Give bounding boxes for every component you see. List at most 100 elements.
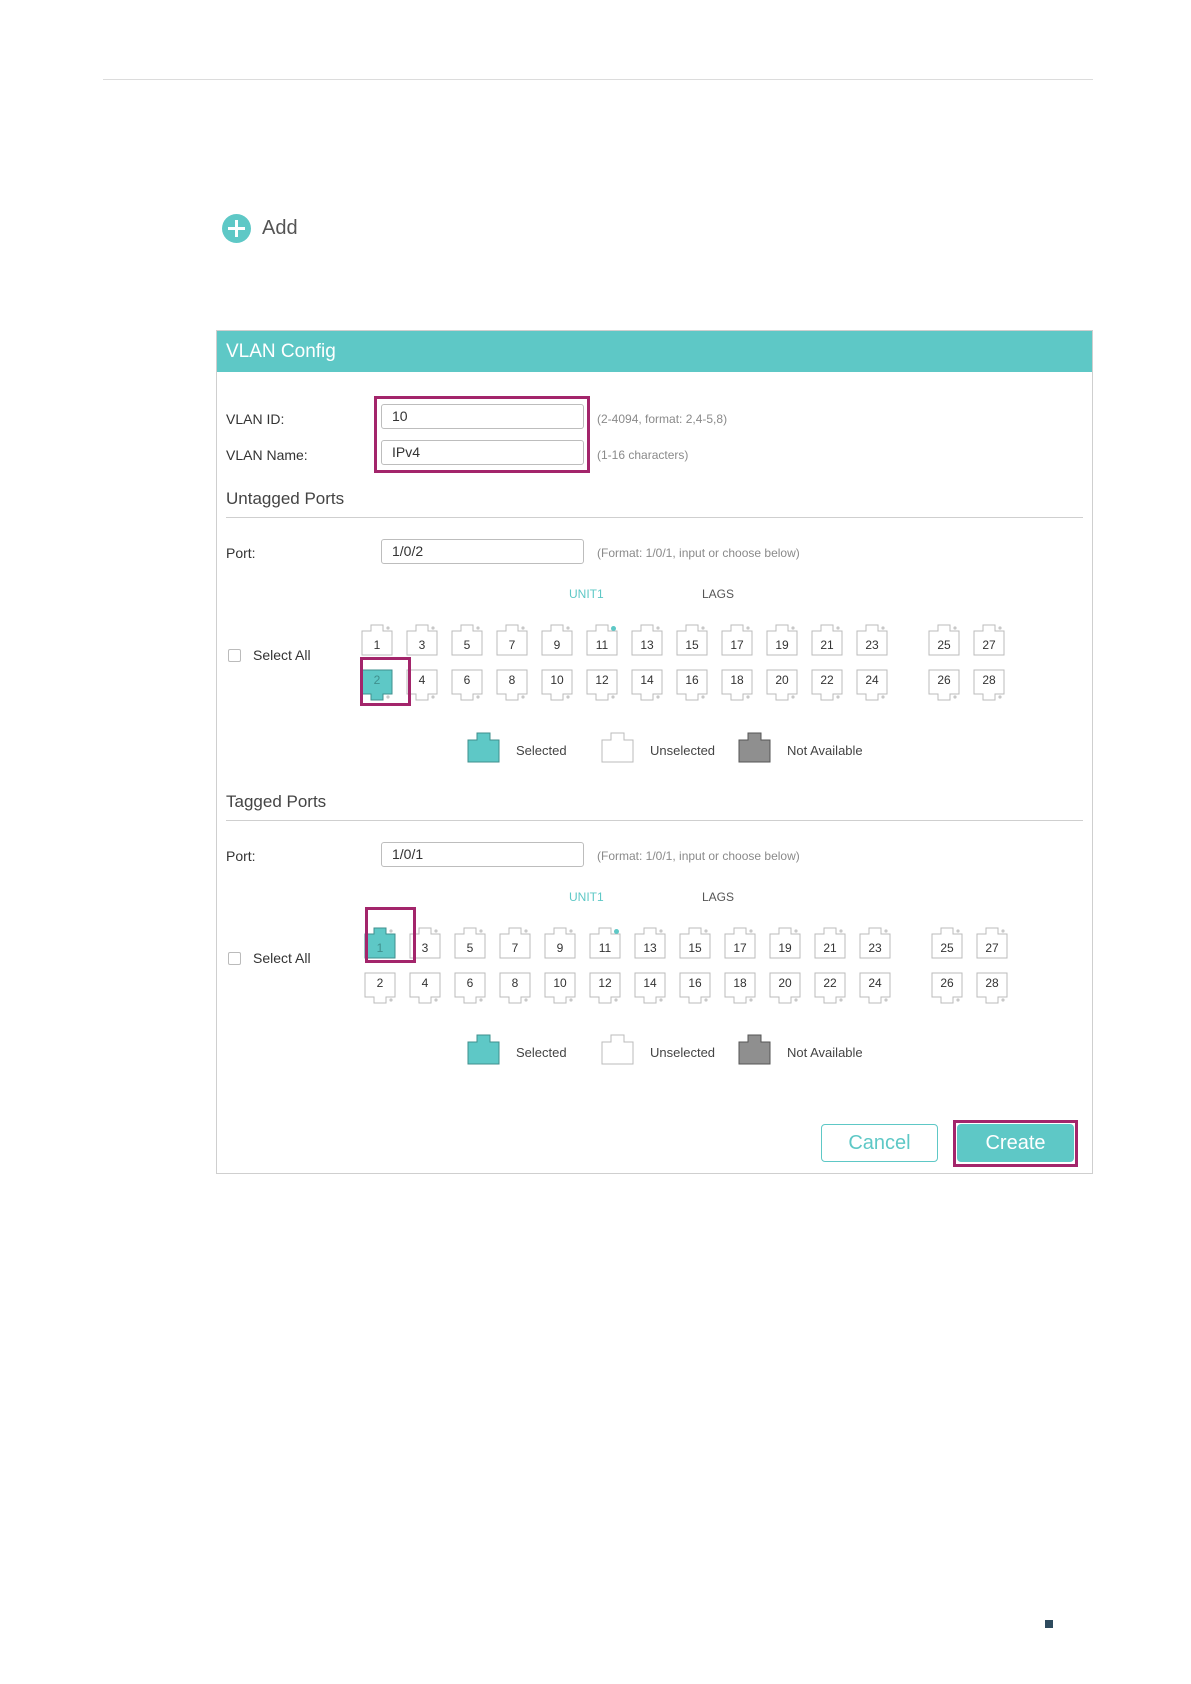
untagged-port-14[interactable]: 14 [631, 669, 663, 701]
port-number: 14 [640, 673, 654, 687]
port-number: 12 [595, 673, 609, 687]
untagged-port-1[interactable]: 1 [361, 624, 393, 656]
untagged-port-5[interactable]: 5 [451, 624, 483, 656]
tagged-port-25[interactable]: 25 [931, 927, 963, 959]
tagged-port-27[interactable]: 27 [976, 927, 1008, 959]
port-number: 15 [685, 638, 699, 652]
port-number: 7 [511, 941, 519, 955]
port-unselected-icon [601, 732, 634, 768]
tagged-port-24[interactable]: 24 [859, 972, 891, 1004]
add-button[interactable]: Add [222, 212, 298, 244]
tagged-port-15[interactable]: 15 [679, 927, 711, 959]
port-number: 10 [550, 673, 564, 687]
port-number: 18 [733, 976, 747, 990]
port-number: 7 [508, 638, 516, 652]
tagged-port-10[interactable]: 10 [544, 972, 576, 1004]
port-number: 17 [733, 941, 747, 955]
untagged-port-10[interactable]: 10 [541, 669, 573, 701]
port-number: 28 [982, 673, 996, 687]
tagged-port-18[interactable]: 18 [724, 972, 756, 1004]
untagged-port-22[interactable]: 22 [811, 669, 843, 701]
untagged-port-8[interactable]: 8 [496, 669, 528, 701]
untagged-port-24[interactable]: 24 [856, 669, 888, 701]
untagged-port-11[interactable]: 11 [586, 624, 618, 656]
tagged-port-14[interactable]: 14 [634, 972, 666, 1004]
untagged-port-15[interactable]: 15 [676, 624, 708, 656]
port-number: 11 [598, 941, 612, 955]
untagged-port-23[interactable]: 23 [856, 624, 888, 656]
untagged-port-9[interactable]: 9 [541, 624, 573, 656]
port-number: 23 [865, 638, 879, 652]
untagged-port-18[interactable]: 18 [721, 669, 753, 701]
untagged-port-7[interactable]: 7 [496, 624, 528, 656]
untagged-port-16[interactable]: 16 [676, 669, 708, 701]
port-number: 10 [553, 976, 567, 990]
port-number: 11 [595, 638, 609, 652]
untagged-port-19[interactable]: 19 [766, 624, 798, 656]
port-number: 27 [985, 941, 999, 955]
untagged-port-20[interactable]: 20 [766, 669, 798, 701]
untagged-port-25[interactable]: 25 [928, 624, 960, 656]
tagged-port-input[interactable]: 1/0/1 [381, 842, 584, 867]
tagged-port-5[interactable]: 5 [454, 927, 486, 959]
tagged-port-17[interactable]: 17 [724, 927, 756, 959]
tagged-select-all-checkbox[interactable] [228, 952, 241, 965]
port-link-indicator [611, 626, 616, 631]
tagged-port-22[interactable]: 22 [814, 972, 846, 1004]
tagged-port-13[interactable]: 13 [634, 927, 666, 959]
port-number: 5 [466, 941, 474, 955]
untagged-port-label: Port: [226, 545, 256, 561]
tagged-unit-label: UNIT1 [569, 890, 604, 904]
legend-not-available-label: Not Available [787, 1044, 863, 1060]
tagged-port-6[interactable]: 6 [454, 972, 486, 1004]
untagged-port-input[interactable]: 1/0/2 [381, 539, 584, 564]
tagged-port-7[interactable]: 7 [499, 927, 531, 959]
port-number: 26 [940, 976, 954, 990]
port-number: 21 [823, 941, 837, 955]
port-number: 14 [643, 976, 657, 990]
untagged-port-28[interactable]: 28 [973, 669, 1005, 701]
tagged-port-26[interactable]: 26 [931, 972, 963, 1004]
untagged-port-17[interactable]: 17 [721, 624, 753, 656]
tagged-legend-unselected: Unselected [601, 1034, 715, 1070]
untagged-port-26[interactable]: 26 [928, 669, 960, 701]
vlan-id-hint: (2-4094, format: 2,4-5,8) [597, 412, 728, 426]
vlan-name-label: VLAN Name: [226, 447, 308, 463]
untagged-port-12[interactable]: 12 [586, 669, 618, 701]
tagged-port-8[interactable]: 8 [499, 972, 531, 1004]
plus-circle-icon [222, 213, 251, 243]
tagged-port-21[interactable]: 21 [814, 927, 846, 959]
untagged-ports-title: Untagged Ports [226, 489, 345, 508]
untagged-port-3[interactable]: 3 [406, 624, 438, 656]
tagged-port-20[interactable]: 20 [769, 972, 801, 1004]
port-number: 26 [937, 673, 951, 687]
tagged-port-4[interactable]: 4 [409, 972, 441, 1004]
untagged-port-13[interactable]: 13 [631, 624, 663, 656]
port-link-indicator [614, 929, 619, 934]
untagged-port-21[interactable]: 21 [811, 624, 843, 656]
port-number: 25 [940, 941, 954, 955]
port-number: 6 [466, 976, 474, 990]
cancel-button[interactable]: Cancel [821, 1124, 938, 1162]
tagged-port-19[interactable]: 19 [769, 927, 801, 959]
untagged-select-all-checkbox[interactable] [228, 649, 241, 662]
tagged-select-all-label: Select All [253, 950, 311, 966]
port-selected-icon [467, 1034, 500, 1070]
tagged-port-2[interactable]: 2 [364, 972, 396, 1004]
tagged-port-28[interactable]: 28 [976, 972, 1008, 1004]
tagged-divider [226, 820, 1083, 821]
tagged-port-12[interactable]: 12 [589, 972, 621, 1004]
tagged-port-23[interactable]: 23 [859, 927, 891, 959]
untagged-port-27[interactable]: 27 [973, 624, 1005, 656]
legend-unselected-label: Unselected [650, 742, 716, 758]
add-label: Add [262, 216, 298, 239]
legend-unselected-label: Unselected [650, 1044, 716, 1060]
port-number: 22 [823, 976, 837, 990]
vlan-fields-highlight [374, 396, 590, 473]
tagged-port-16[interactable]: 16 [679, 972, 711, 1004]
port-number: 8 [511, 976, 519, 990]
legend-selected-label: Selected [516, 742, 567, 758]
untagged-port-6[interactable]: 6 [451, 669, 483, 701]
tagged-port-11[interactable]: 11 [589, 927, 621, 959]
tagged-port-9[interactable]: 9 [544, 927, 576, 959]
